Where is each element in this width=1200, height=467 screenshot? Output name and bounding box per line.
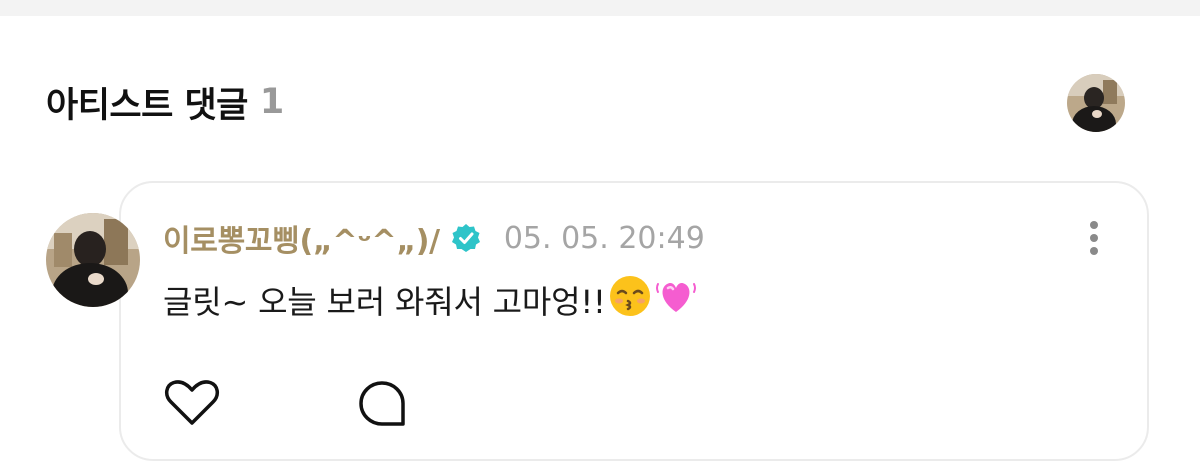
- more-vertical-icon: [1090, 221, 1098, 255]
- verified-badge-icon: [450, 222, 482, 254]
- comment-text: 글릿~ 오늘 보러 와줘서 고마엉!!: [163, 283, 606, 321]
- heart-outline-icon: [165, 380, 219, 425]
- comment-text-row: 글릿~ 오늘 보러 와줘서 고마엉!!: [163, 276, 698, 324]
- kissing-face-emoji-icon: [608, 274, 652, 326]
- more-options-button[interactable]: [1080, 218, 1108, 258]
- comment-author-name[interactable]: 이로뽕꼬삥(„^ᵕ^„)/: [163, 216, 440, 260]
- section-title: 아티스트 댓글: [46, 85, 248, 126]
- pink-heart-emoji-icon: [654, 274, 698, 326]
- comment-timestamp: 05. 05. 20:49: [503, 220, 705, 256]
- comment-author-avatar[interactable]: [46, 213, 140, 307]
- comment-count: 1: [259, 82, 285, 122]
- artist-avatar[interactable]: [1067, 74, 1125, 132]
- comment-bubble-icon: [359, 381, 405, 426]
- top-divider-strip: [0, 0, 1200, 16]
- reply-button[interactable]: [356, 378, 408, 430]
- like-button[interactable]: [163, 378, 221, 428]
- comment-header: 이로뽕꼬삥(„^ᵕ^„)/ 05. 05. 20:49: [163, 216, 705, 260]
- artist-comments-header: 아티스트 댓글 1: [46, 78, 284, 126]
